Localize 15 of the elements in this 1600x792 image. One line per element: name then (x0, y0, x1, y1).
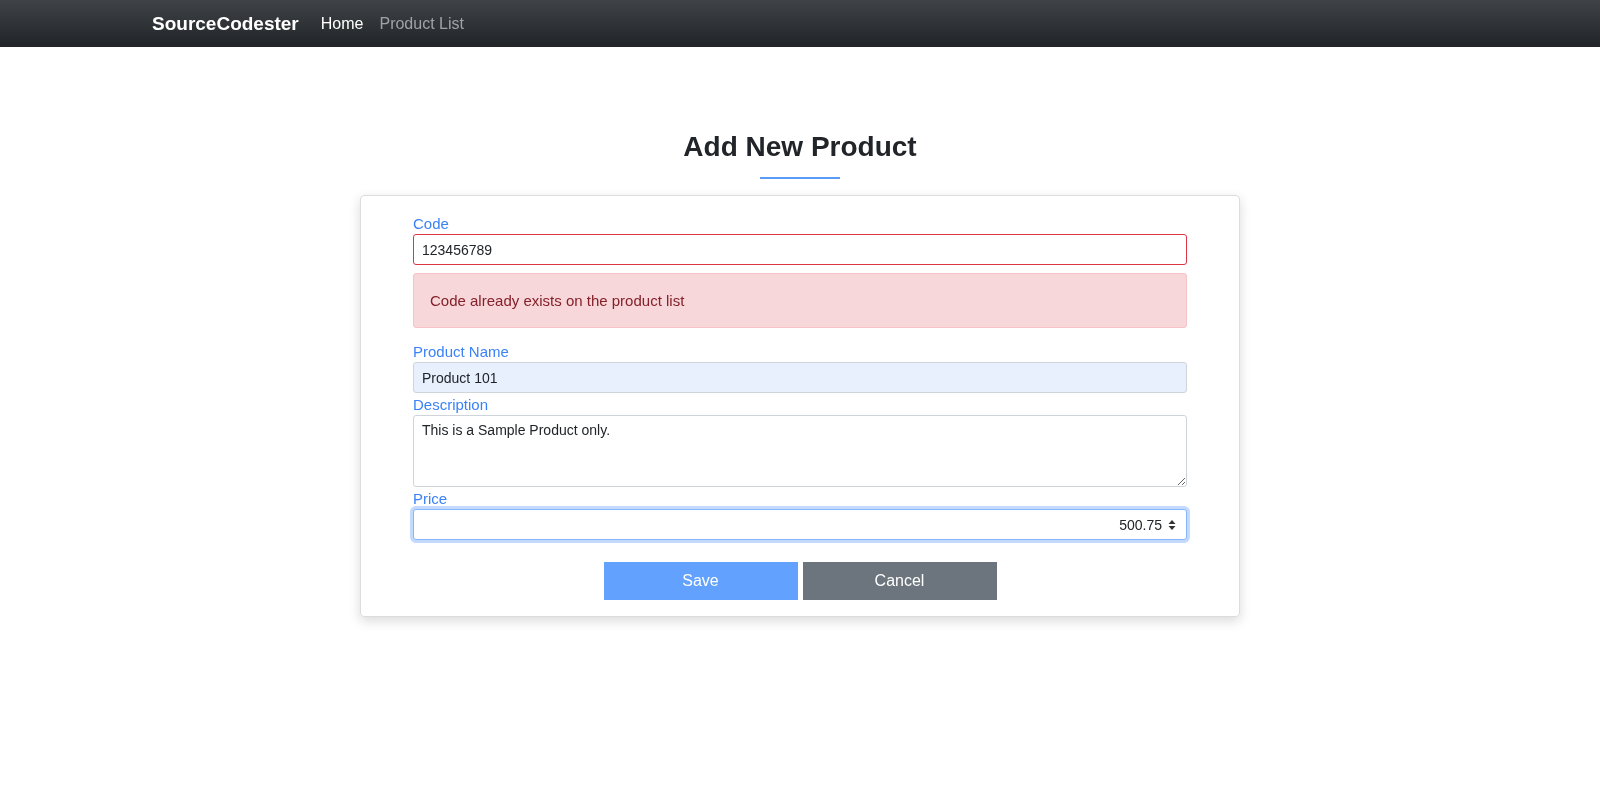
field-label: Product Name (413, 342, 509, 362)
description-field[interactable]: This is a Sample Product only. (413, 415, 1187, 487)
field-label: Price (413, 489, 448, 509)
page-title: Add New Product (683, 131, 917, 163)
field-label: Code (413, 214, 449, 234)
nav-link[interactable]: Product List (379, 14, 464, 33)
spinner-icon[interactable] (1167, 518, 1177, 532)
brand-link[interactable]: SourceCodester (152, 12, 299, 35)
number-field[interactable]: 500.75 (413, 509, 1187, 540)
nav-link[interactable]: Home (320, 14, 364, 33)
text-field[interactable]: 123456789 (413, 234, 1187, 265)
error-alert: Code already exists on the product list (413, 273, 1187, 328)
cancel-button[interactable]: Cancel (802, 562, 997, 600)
field-label: Description (413, 395, 489, 415)
text-field[interactable]: Product 101 (413, 362, 1187, 393)
